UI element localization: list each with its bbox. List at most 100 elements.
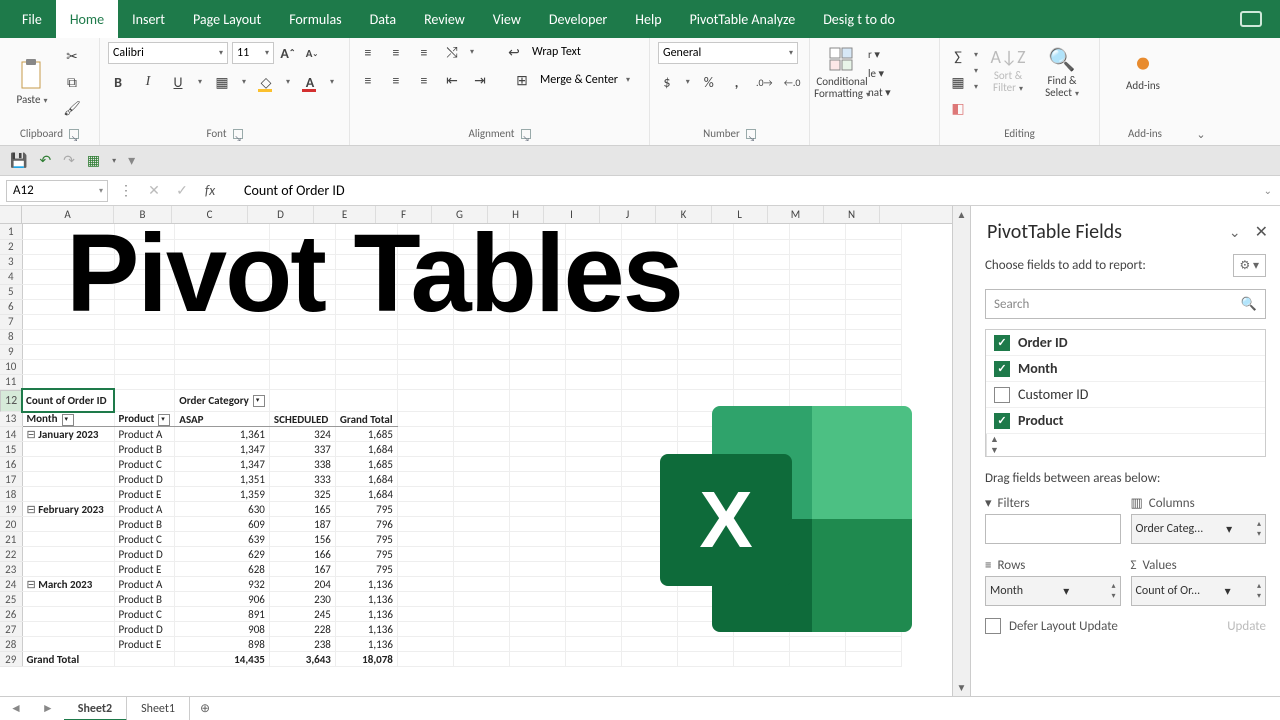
cell[interactable] bbox=[789, 502, 845, 517]
cell[interactable] bbox=[845, 472, 901, 487]
cell[interactable] bbox=[509, 637, 565, 652]
row-header[interactable]: 3 bbox=[0, 254, 22, 269]
merge-center-button[interactable]: Merge & Center bbox=[540, 73, 618, 87]
cell[interactable] bbox=[845, 592, 901, 607]
cell[interactable]: 18,078 bbox=[335, 652, 397, 667]
cell[interactable] bbox=[22, 442, 114, 457]
row-header[interactable]: 6 bbox=[0, 299, 22, 314]
cell[interactable] bbox=[397, 412, 453, 427]
font-size-select[interactable]: 11▾ bbox=[232, 42, 274, 64]
cell[interactable] bbox=[397, 487, 453, 502]
cell[interactable] bbox=[677, 389, 733, 412]
inc-decimal-icon[interactable]: .0→ bbox=[755, 72, 773, 92]
cell[interactable] bbox=[565, 562, 621, 577]
cell[interactable] bbox=[845, 622, 901, 637]
cell[interactable] bbox=[453, 607, 509, 622]
cell[interactable]: 630 bbox=[175, 502, 270, 517]
cell[interactable] bbox=[733, 314, 789, 329]
cell[interactable] bbox=[677, 412, 733, 427]
cell[interactable] bbox=[845, 502, 901, 517]
cell[interactable]: 1,136 bbox=[335, 607, 397, 622]
row-header[interactable]: 12 bbox=[0, 390, 22, 412]
cell[interactable] bbox=[397, 592, 453, 607]
indent-dec-icon[interactable]: ⇤ bbox=[442, 70, 462, 90]
cell[interactable] bbox=[22, 344, 114, 359]
column-header[interactable]: E bbox=[314, 206, 376, 223]
cell[interactable] bbox=[509, 547, 565, 562]
cell[interactable] bbox=[175, 224, 270, 239]
cell[interactable] bbox=[845, 239, 901, 254]
cell[interactable]: 324 bbox=[269, 427, 335, 442]
cell[interactable] bbox=[453, 299, 509, 314]
cell[interactable]: 14,435 bbox=[175, 652, 270, 667]
cell[interactable]: 898 bbox=[175, 637, 270, 652]
cell[interactable] bbox=[733, 577, 789, 592]
cell[interactable]: 1,685 bbox=[335, 427, 397, 442]
cell[interactable] bbox=[114, 269, 175, 284]
cell[interactable] bbox=[453, 374, 509, 389]
filter-icon[interactable] bbox=[253, 395, 265, 407]
sheet-nav-prev-icon[interactable]: ◄ bbox=[0, 701, 32, 716]
cell[interactable] bbox=[565, 359, 621, 374]
cell[interactable] bbox=[22, 254, 114, 269]
cell[interactable] bbox=[175, 329, 270, 344]
addins-button[interactable]: ● Add-ins bbox=[1108, 42, 1178, 92]
cell[interactable] bbox=[789, 314, 845, 329]
cell[interactable] bbox=[733, 412, 789, 427]
cell[interactable] bbox=[565, 607, 621, 622]
cell[interactable] bbox=[22, 269, 114, 284]
ribbon-tab-review[interactable]: Review bbox=[410, 0, 479, 38]
cell[interactable] bbox=[397, 374, 453, 389]
cell[interactable] bbox=[397, 224, 453, 239]
find-select-button[interactable]: 🔍 Find & Select bbox=[1038, 42, 1086, 100]
row-header[interactable]: 11 bbox=[0, 374, 22, 389]
cell[interactable] bbox=[565, 389, 621, 412]
column-header[interactable]: C bbox=[172, 206, 248, 223]
align-mid-icon[interactable]: ≡ bbox=[386, 42, 406, 62]
cell[interactable] bbox=[397, 254, 453, 269]
cell[interactable] bbox=[453, 442, 509, 457]
row-header[interactable]: 7 bbox=[0, 314, 22, 329]
cell[interactable] bbox=[269, 269, 335, 284]
cell[interactable] bbox=[509, 487, 565, 502]
cell[interactable] bbox=[565, 284, 621, 299]
cell[interactable]: Product C bbox=[114, 457, 175, 472]
fill-color-icon[interactable]: ◇ bbox=[256, 72, 276, 92]
close-icon[interactable]: ✕ bbox=[1255, 222, 1268, 242]
cell[interactable] bbox=[335, 389, 397, 412]
cell[interactable] bbox=[565, 224, 621, 239]
cell[interactable] bbox=[621, 314, 677, 329]
cell[interactable] bbox=[845, 284, 901, 299]
cell[interactable] bbox=[677, 239, 733, 254]
cell[interactable] bbox=[453, 427, 509, 442]
ribbon-tab-formulas[interactable]: Formulas bbox=[275, 0, 355, 38]
cell[interactable] bbox=[397, 607, 453, 622]
row-header[interactable]: 23 bbox=[0, 562, 22, 577]
column-header[interactable]: K bbox=[656, 206, 712, 223]
fx-icon[interactable]: fx bbox=[196, 182, 224, 199]
ribbon-tab-page-layout[interactable]: Page Layout bbox=[179, 0, 275, 38]
row-header[interactable]: 18 bbox=[0, 487, 22, 502]
cell[interactable] bbox=[733, 284, 789, 299]
row-header[interactable]: 16 bbox=[0, 457, 22, 472]
cell[interactable] bbox=[677, 502, 733, 517]
cell[interactable] bbox=[733, 389, 789, 412]
checkbox[interactable]: ✓ bbox=[994, 413, 1010, 429]
cell[interactable] bbox=[335, 269, 397, 284]
cell[interactable] bbox=[789, 374, 845, 389]
cell[interactable] bbox=[453, 239, 509, 254]
cell[interactable] bbox=[114, 329, 175, 344]
cell[interactable] bbox=[677, 359, 733, 374]
qat-custom-icon[interactable]: ▾ bbox=[128, 152, 135, 169]
cell[interactable] bbox=[509, 254, 565, 269]
fill-icon[interactable]: ▦ bbox=[948, 72, 968, 92]
cell[interactable]: 1,684 bbox=[335, 442, 397, 457]
cell[interactable] bbox=[453, 224, 509, 239]
cell[interactable] bbox=[621, 224, 677, 239]
defer-checkbox[interactable] bbox=[985, 618, 1001, 634]
cell[interactable] bbox=[677, 532, 733, 547]
cell[interactable] bbox=[565, 299, 621, 314]
cell[interactable] bbox=[621, 344, 677, 359]
cell[interactable] bbox=[22, 592, 114, 607]
cell[interactable] bbox=[175, 359, 270, 374]
